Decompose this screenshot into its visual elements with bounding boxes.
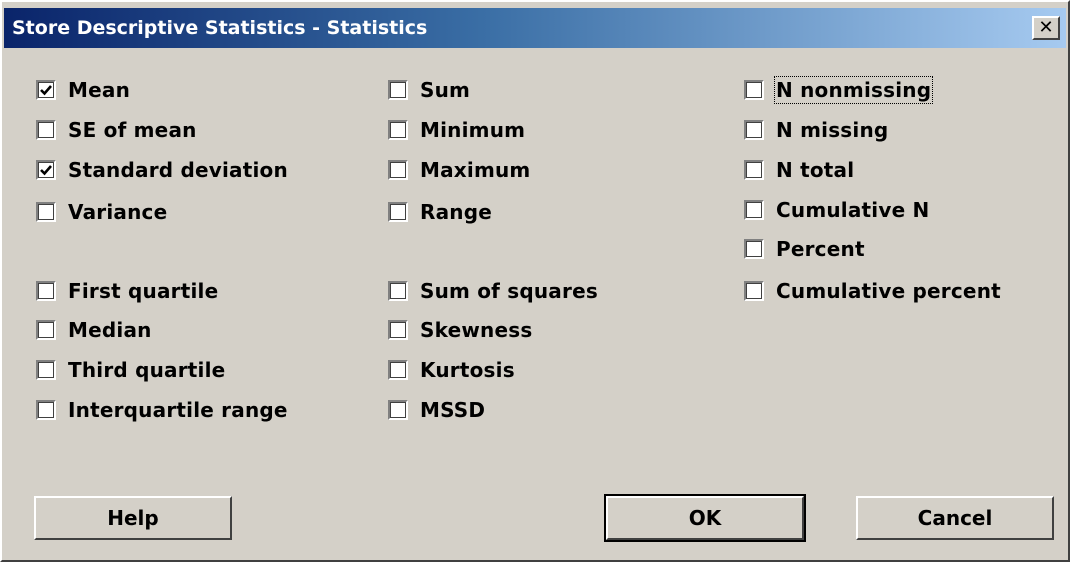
option-n-nonmissing[interactable]: N nonmissing <box>744 75 934 105</box>
check-icon <box>40 165 52 176</box>
checkbox-maximum[interactable] <box>388 160 408 180</box>
option-label: Sum of squares <box>420 279 598 303</box>
option-percent[interactable]: Percent <box>744 234 865 264</box>
option-label: Standard deviation <box>68 158 288 182</box>
option-n-missing[interactable]: N missing <box>744 115 888 145</box>
option-label: Maximum <box>420 158 531 182</box>
checkbox-n-nonmissing[interactable] <box>744 80 764 100</box>
checkbox-skewness[interactable] <box>388 320 408 340</box>
checkbox-se-of-mean[interactable] <box>36 120 56 140</box>
checkbox-range[interactable] <box>388 202 408 222</box>
option-label: Range <box>420 200 493 224</box>
option-variance[interactable]: Variance <box>36 197 167 227</box>
option-kurtosis[interactable]: Kurtosis <box>388 355 515 385</box>
checkbox-cumulative-percent[interactable] <box>744 281 764 301</box>
option-maximum[interactable]: Maximum <box>388 155 530 185</box>
option-cumulative-n[interactable]: Cumulative N <box>744 195 929 225</box>
help-button-label: Help <box>107 506 159 530</box>
option-third-quartile[interactable]: Third quartile <box>36 355 225 385</box>
checkbox-first-quartile[interactable] <box>36 281 56 301</box>
option-mean[interactable]: Mean <box>36 75 130 105</box>
checkbox-mean[interactable] <box>36 80 56 100</box>
option-first-quartile[interactable]: First quartile <box>36 276 218 306</box>
checkbox-n-total[interactable] <box>744 160 764 180</box>
checkbox-median[interactable] <box>36 320 56 340</box>
checkbox-kurtosis[interactable] <box>388 360 408 380</box>
ok-button-label: OK <box>688 506 722 530</box>
option-label: Interquartile range <box>68 398 288 422</box>
cancel-button-label: Cancel <box>917 506 993 530</box>
option-label: Percent <box>776 237 865 261</box>
option-label: Third quartile <box>68 358 226 382</box>
checkbox-sum-of-squares[interactable] <box>388 281 408 301</box>
checkbox-percent[interactable] <box>744 239 764 259</box>
checkbox-mssd[interactable] <box>388 400 408 420</box>
option-sum[interactable]: Sum <box>388 75 470 105</box>
checkbox-third-quartile[interactable] <box>36 360 56 380</box>
option-interquartile-range[interactable]: Interquartile range <box>36 395 288 425</box>
option-sum-of-squares[interactable]: Sum of squares <box>388 276 598 306</box>
option-n-total[interactable]: N total <box>744 155 854 185</box>
cancel-button[interactable]: Cancel <box>856 496 1054 540</box>
option-label: Kurtosis <box>420 358 515 382</box>
window-title: Store Descriptive Statistics - Statistic… <box>12 17 428 39</box>
option-label: Median <box>68 318 152 342</box>
option-label: SE of mean <box>68 118 197 142</box>
option-label: N nonmissing <box>773 76 934 104</box>
option-mssd[interactable]: MSSD <box>388 395 485 425</box>
option-label: N missing <box>776 118 889 142</box>
check-icon <box>40 85 52 96</box>
option-label: Cumulative percent <box>776 279 1001 303</box>
option-label: Skewness <box>420 318 533 342</box>
option-minimum[interactable]: Minimum <box>388 115 525 145</box>
option-median[interactable]: Median <box>36 315 152 345</box>
option-cumulative-percent[interactable]: Cumulative percent <box>744 276 1001 306</box>
option-skewness[interactable]: Skewness <box>388 315 532 345</box>
option-range[interactable]: Range <box>388 197 492 227</box>
option-label: Variance <box>68 200 168 224</box>
checkbox-cumulative-n[interactable] <box>744 200 764 220</box>
checkbox-interquartile-range[interactable] <box>36 400 56 420</box>
close-icon: ✕ <box>1038 17 1054 38</box>
help-button[interactable]: Help <box>34 496 232 540</box>
option-label: Mean <box>68 78 131 102</box>
checkbox-variance[interactable] <box>36 202 56 222</box>
statistics-dialog: Store Descriptive Statistics - Statistic… <box>0 0 1070 562</box>
option-label: Sum <box>420 78 471 102</box>
checkbox-standard-deviation[interactable] <box>36 160 56 180</box>
option-label: Minimum <box>420 118 526 142</box>
title-bar: Store Descriptive Statistics - Statistic… <box>4 8 1066 48</box>
option-standard-deviation[interactable]: Standard deviation <box>36 155 288 185</box>
option-label: Cumulative N <box>776 198 930 222</box>
checkbox-sum[interactable] <box>388 80 408 100</box>
option-label: MSSD <box>420 398 486 422</box>
ok-button[interactable]: OK <box>604 494 806 542</box>
option-se-of-mean[interactable]: SE of mean <box>36 115 197 145</box>
option-label: N total <box>776 158 855 182</box>
checkbox-n-missing[interactable] <box>744 120 764 140</box>
close-button[interactable]: ✕ <box>1032 16 1060 40</box>
checkbox-minimum[interactable] <box>388 120 408 140</box>
option-label: First quartile <box>68 279 219 303</box>
